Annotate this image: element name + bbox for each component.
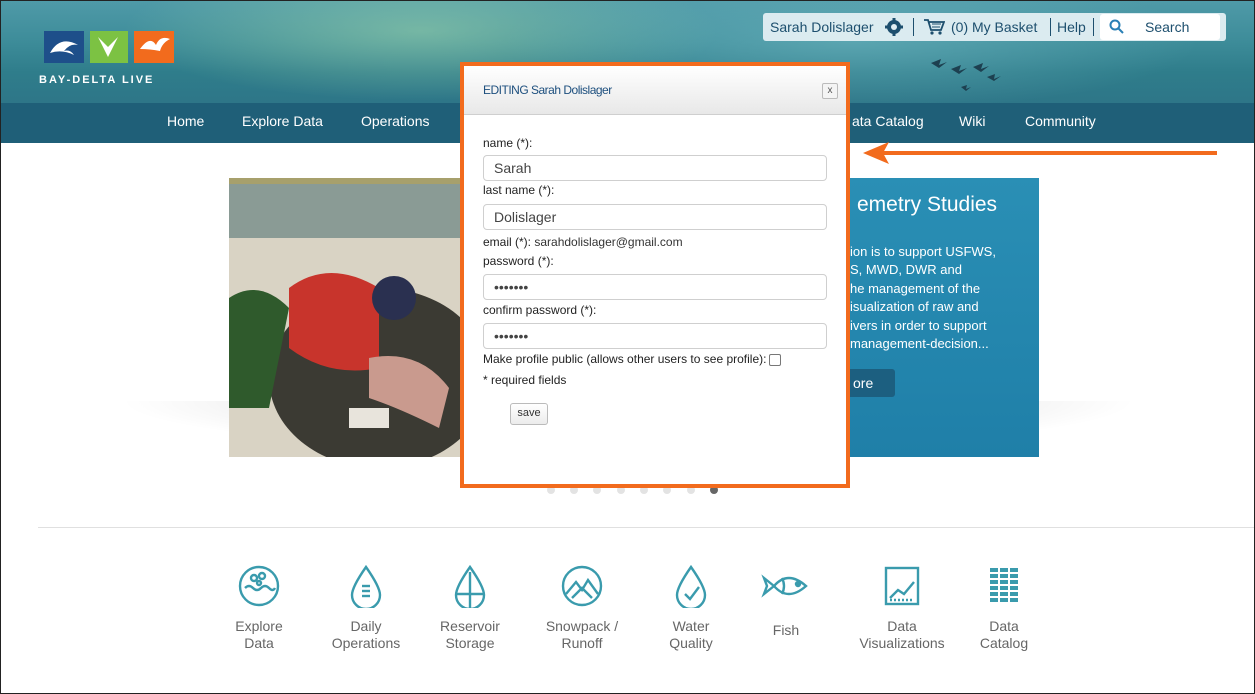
basket-link[interactable]: (0) My Basket — [951, 19, 1037, 35]
feature-explore-data[interactable]: Explore Data — [214, 564, 304, 652]
section-divider — [38, 527, 1254, 528]
feature-label: Daily Operations — [331, 618, 401, 651]
snowpack-runoff-icon — [561, 565, 603, 607]
confirm-password-label: confirm password (*): — [483, 303, 597, 317]
public-profile-label: Make profile public (allows other users … — [483, 352, 767, 366]
feature-label: Data Catalog — [979, 618, 1029, 651]
email-label: email (*): — [483, 235, 532, 249]
daily-operations-icon — [350, 564, 382, 608]
feature-data-catalog[interactable]: Data Catalog — [959, 564, 1049, 652]
feature-data-visualizations[interactable]: Data Visualizations — [857, 564, 947, 652]
public-profile-checkbox[interactable] — [769, 353, 782, 366]
page-frame: BAY-DELTA LIVE Sarah Dolislager (0) My B… — [0, 0, 1255, 694]
last-name-label: last name (*): — [483, 183, 555, 197]
password-label: password (*): — [483, 254, 554, 268]
email-row: email (*): sarahdolislager@gmail.com — [483, 235, 683, 249]
user-name-link[interactable]: Sarah Dolislager — [770, 19, 874, 35]
nav-operations[interactable]: Operations — [361, 113, 429, 129]
confirm-password-field[interactable] — [483, 323, 827, 349]
public-profile-row: Make profile public (allows other users … — [483, 352, 782, 366]
slide-text-line: he management of the — [850, 281, 981, 296]
feature-label: Snowpack / Runoff — [545, 618, 619, 651]
slide-text-line: S, MWD, DWR and — [850, 262, 962, 277]
email-value: sarahdolislager@gmail.com — [534, 235, 683, 249]
feature-label: Water Quality — [669, 618, 713, 651]
divider — [913, 18, 914, 36]
slide-text-line: management-decision... — [850, 336, 989, 351]
slide-title: emetry Studies — [857, 193, 998, 216]
fish-icon — [761, 574, 808, 598]
help-link[interactable]: Help — [1057, 19, 1086, 35]
first-name-field[interactable] — [483, 155, 827, 181]
search-icon[interactable] — [1109, 19, 1125, 35]
nav-explore-data[interactable]: Explore Data — [242, 113, 323, 129]
slide-text-line: isualization of raw and — [850, 299, 979, 314]
feature-reservoir-storage[interactable]: Reservoir Storage — [425, 564, 515, 652]
feature-daily-operations[interactable]: Daily Operations — [321, 564, 411, 652]
feature-label: Explore Data — [235, 618, 283, 651]
divider — [1050, 18, 1051, 36]
nav-home[interactable]: Home — [167, 113, 204, 129]
password-field[interactable] — [483, 274, 827, 300]
data-visualizations-icon — [884, 566, 920, 606]
feature-fish[interactable]: Fish — [741, 564, 831, 639]
feature-label: Data Visualizations — [859, 618, 945, 651]
modal-title: EDITING Sarah Dolislager — [483, 83, 612, 97]
gear-icon[interactable] — [885, 18, 903, 36]
logo-text: BAY-DELTA LIVE — [39, 74, 155, 86]
nav-community[interactable]: Community — [1025, 113, 1096, 129]
nav-wiki[interactable]: Wiki — [959, 113, 985, 129]
feature-label: Reservoir Storage — [440, 618, 500, 651]
edit-profile-modal: EDITING Sarah Dolislager x name (*): las… — [460, 62, 850, 488]
slide-text-line: ion is to support USFWS, — [850, 244, 996, 259]
read-more-button[interactable]: ore — [847, 369, 895, 397]
required-note: * required fields — [483, 373, 567, 387]
slide-text-line: ivers in order to support — [850, 318, 987, 333]
search-placeholder: Search — [1145, 19, 1190, 35]
divider — [1093, 18, 1094, 36]
nav-data-catalog[interactable]: ata Catalog — [852, 113, 924, 129]
explore-data-icon — [238, 565, 280, 607]
feature-water-quality[interactable]: Water Quality — [646, 564, 736, 652]
save-button[interactable]: save — [510, 403, 548, 425]
callout-arrow-line — [881, 151, 1217, 155]
bay-delta-logo-icon[interactable] — [44, 29, 180, 65]
slide-photo — [229, 178, 464, 457]
data-catalog-icon — [990, 568, 1018, 602]
basket-icon[interactable] — [923, 18, 945, 36]
arrow-head-icon — [863, 142, 889, 164]
feature-label: Fish — [772, 622, 800, 638]
reservoir-storage-icon — [454, 564, 486, 608]
birds-graphic — [931, 59, 1001, 91]
water-quality-icon — [675, 564, 707, 608]
modal-header: EDITING Sarah Dolislager x — [464, 66, 846, 115]
feature-snowpack-runoff[interactable]: Snowpack / Runoff — [537, 564, 627, 652]
close-button[interactable]: x — [822, 83, 838, 99]
last-name-field[interactable] — [483, 204, 827, 230]
name-label: name (*): — [483, 136, 533, 150]
